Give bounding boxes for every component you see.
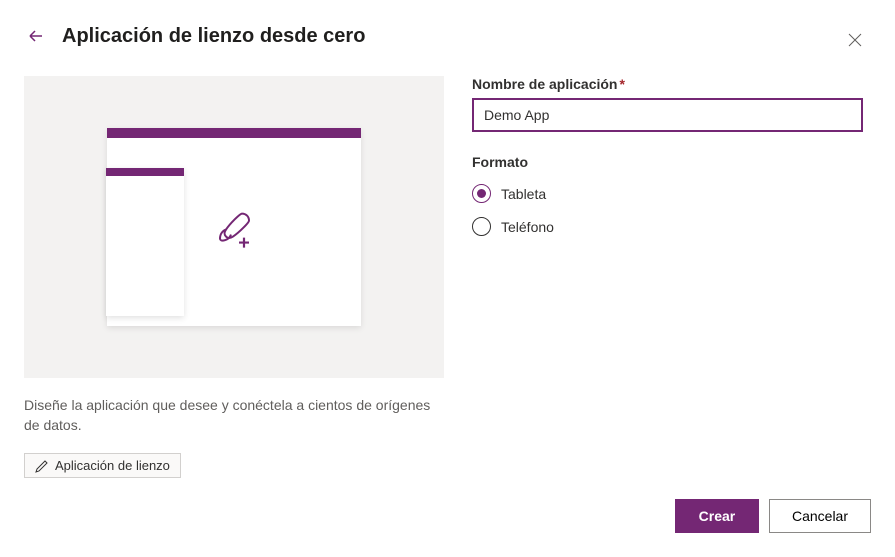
badge-label: Aplicación de lienzo: [55, 458, 170, 473]
close-button[interactable]: [843, 28, 867, 52]
radio-tablet-label: Tableta: [501, 186, 546, 202]
app-name-input[interactable]: [472, 98, 863, 132]
phone-preview: [106, 168, 184, 316]
radio-phone[interactable]: Teléfono: [472, 217, 863, 236]
cancel-button[interactable]: Cancelar: [769, 499, 871, 533]
radio-tablet-indicator: [472, 184, 491, 203]
preview-panel: [24, 76, 444, 378]
app-name-label: Nombre de aplicación*: [472, 76, 863, 92]
format-label: Formato: [472, 154, 863, 170]
back-button[interactable]: [24, 24, 48, 48]
create-button[interactable]: Crear: [675, 499, 759, 533]
canvas-app-badge: Aplicación de lienzo: [24, 453, 181, 478]
brush-plus-icon: [210, 206, 258, 257]
required-asterisk: *: [619, 76, 624, 92]
radio-phone-indicator: [472, 217, 491, 236]
arrow-left-icon: [27, 27, 45, 45]
description-text: Diseñe la aplicación que desee y conécte…: [24, 396, 444, 435]
pencil-icon: [35, 459, 49, 473]
radio-phone-label: Teléfono: [501, 219, 554, 235]
radio-tablet[interactable]: Tableta: [472, 184, 863, 203]
dialog-footer: Crear Cancelar: [675, 499, 871, 533]
close-icon: [847, 32, 863, 48]
dialog-header: Aplicación de lienzo desde cero: [0, 0, 895, 60]
dialog-title: Aplicación de lienzo desde cero: [62, 25, 365, 48]
